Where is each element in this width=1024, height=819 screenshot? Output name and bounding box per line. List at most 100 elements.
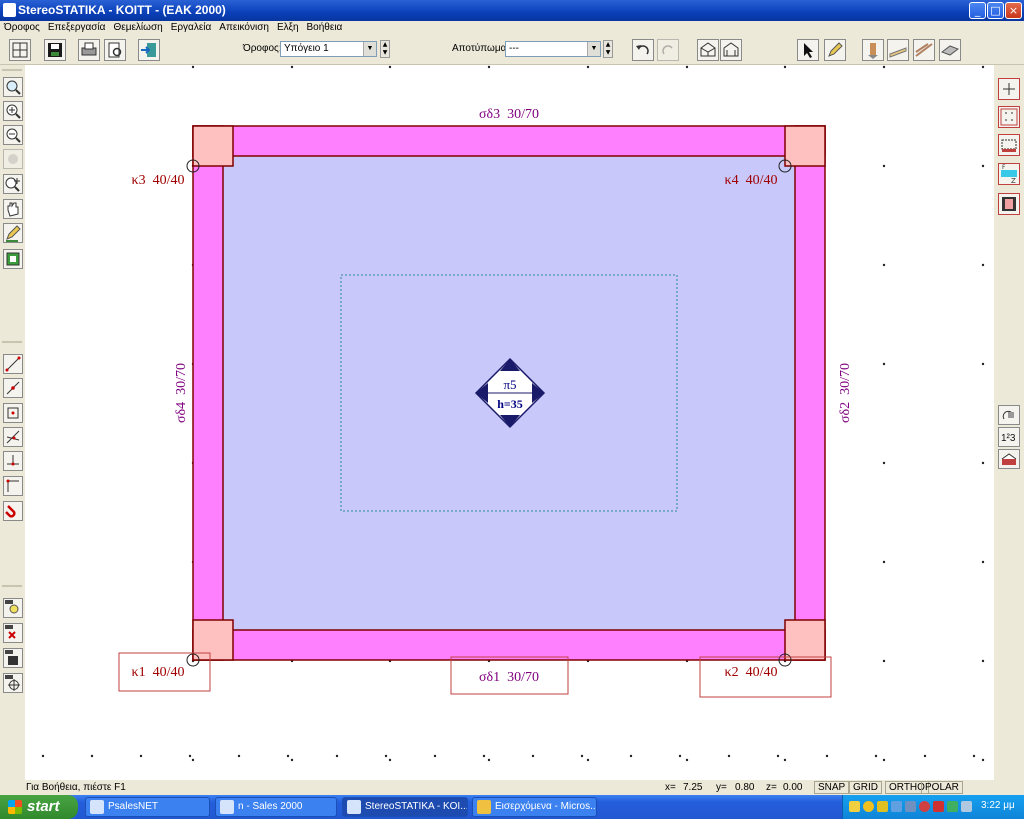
intersection-tool-icon[interactable] xyxy=(3,427,23,447)
floor-plan: π5 h=35 σδ3 30/70 σδ2 30/70 σδ4 30/70 σδ… xyxy=(41,65,985,762)
rotate-tool-icon[interactable] xyxy=(998,405,1020,425)
zoom-previous-icon[interactable] xyxy=(3,149,23,169)
grid-dot xyxy=(882,560,886,564)
close-button[interactable]: × xyxy=(1005,2,1022,19)
grid-dot xyxy=(685,758,689,762)
redraw-pencil-icon[interactable] xyxy=(3,223,23,243)
grid-dot xyxy=(90,754,94,758)
grid-dot xyxy=(586,758,590,762)
menu-foundation[interactable]: Θεμελίωση xyxy=(109,21,166,33)
volume-icon[interactable] xyxy=(961,801,972,812)
menu-floor[interactable]: Όροφος xyxy=(0,21,44,33)
beam-sd2-right[interactable] xyxy=(794,125,826,661)
zoom-out-icon[interactable] xyxy=(3,125,23,145)
mail-tray-icon[interactable] xyxy=(849,801,860,812)
column-k2[interactable] xyxy=(784,619,826,661)
grid-dot xyxy=(923,754,927,758)
svg-text:1²3: 1²3 xyxy=(1001,433,1016,444)
footprint-spinner[interactable]: ▲ ▼ xyxy=(603,40,613,58)
menu-check[interactable]: Ελξη xyxy=(273,21,303,33)
grid-dot xyxy=(629,754,633,758)
corner-tool-icon[interactable] xyxy=(3,476,23,496)
column-tool-icon[interactable] xyxy=(862,39,884,61)
midpoint-tool-icon[interactable] xyxy=(3,378,23,398)
zoom-extents-icon[interactable] xyxy=(3,174,23,194)
grid-dot xyxy=(882,461,886,465)
add-element-icon[interactable] xyxy=(998,78,1020,100)
column-k4[interactable] xyxy=(784,125,826,167)
taskbar-item-outlook[interactable]: Εισερχόμενα - Micros... xyxy=(472,797,597,817)
grid-toggle[interactable]: GRID xyxy=(849,781,882,794)
center-point-icon[interactable] xyxy=(3,403,23,423)
perpendicular-tool-icon[interactable] xyxy=(3,451,23,471)
menu-edit[interactable]: Επεξεργασία xyxy=(44,21,110,33)
toolbar-grip xyxy=(2,585,22,587)
beam-sd4-left[interactable] xyxy=(192,125,224,661)
zoom-window-icon[interactable] xyxy=(3,77,23,97)
pencil-icon[interactable] xyxy=(824,39,846,61)
x-coordinate: 7.25 xyxy=(683,782,703,793)
drawing-canvas[interactable]: π5 h=35 σδ3 30/70 σδ2 30/70 σδ4 30/70 σδ… xyxy=(25,65,994,780)
beam-sd1-bottom[interactable] xyxy=(192,629,826,661)
beam-label-left: σδ4 30/70 xyxy=(174,363,189,423)
fit-view-icon[interactable] xyxy=(3,249,23,269)
dashed-rectangle-icon[interactable] xyxy=(998,134,1020,156)
dwg-layers-icon[interactable] xyxy=(3,648,23,668)
print-icon[interactable] xyxy=(78,39,100,61)
zoom-in-icon[interactable] xyxy=(3,101,23,121)
line-tool-icon[interactable] xyxy=(3,354,23,374)
column-k3[interactable] xyxy=(192,125,234,167)
beam-sd3-top[interactable] xyxy=(192,125,826,157)
network-icon[interactable] xyxy=(905,801,916,812)
section-tool-icon[interactable] xyxy=(998,449,1020,469)
start-button[interactable]: start xyxy=(0,795,78,819)
dwg-target-icon[interactable] xyxy=(3,673,23,693)
floor-spinner[interactable]: ▲ ▼ xyxy=(380,40,390,58)
slab-opening-icon[interactable] xyxy=(998,193,1020,215)
tray-icon[interactable] xyxy=(863,801,874,812)
snap-toggle[interactable]: SNAP xyxy=(814,781,850,794)
pan-hand-icon[interactable] xyxy=(3,199,23,219)
select-arrow-icon[interactable] xyxy=(797,39,819,61)
exit-icon[interactable] xyxy=(138,39,160,61)
menu-tools[interactable]: Εργαλεία xyxy=(167,21,216,33)
footprint-select[interactable]: --- ▼ xyxy=(505,41,601,57)
floor-select[interactable]: Υπόγειο 1 ▼ xyxy=(280,41,377,57)
elevation-z-icon[interactable]: FZ xyxy=(998,163,1020,185)
new-drawing-icon[interactable] xyxy=(9,39,31,61)
svg-text:F: F xyxy=(1002,164,1006,171)
menu-view[interactable]: Απεικόνιση xyxy=(215,21,273,33)
column-k1[interactable] xyxy=(192,619,234,661)
3d-view-icon[interactable] xyxy=(697,39,719,61)
save-icon[interactable] xyxy=(44,39,66,61)
maximize-button[interactable]: □ xyxy=(987,2,1004,19)
dwg-magnet-icon[interactable] xyxy=(3,623,23,643)
magnet-snap-icon[interactable] xyxy=(3,501,23,521)
menu-help[interactable]: Βοήθεια xyxy=(303,21,347,33)
taskbar-item-psalesnet[interactable]: PsalesNET xyxy=(85,797,210,817)
numbering-icon[interactable]: 1²3 xyxy=(998,427,1020,447)
polar-toggle[interactable]: POLAR xyxy=(921,781,963,794)
tray-icon[interactable] xyxy=(891,801,902,812)
dwg-bulb-icon[interactable] xyxy=(3,598,23,618)
taskbar-item-sales2000[interactable]: n - Sales 2000 xyxy=(215,797,337,817)
tray-icon[interactable] xyxy=(947,801,958,812)
taskbar-item-stereostatika[interactable]: StereoSTATIKA - KOI... xyxy=(342,797,468,817)
undo-icon[interactable] xyxy=(632,39,654,61)
slab-tool-icon[interactable] xyxy=(939,39,961,61)
minimize-button[interactable]: _ xyxy=(969,2,986,19)
tray-icon[interactable] xyxy=(919,801,930,812)
wall-tool-icon[interactable] xyxy=(913,39,935,61)
clock[interactable]: 3:22 μμ xyxy=(981,800,1015,811)
print-preview-icon[interactable] xyxy=(104,39,126,61)
beam-tool-icon[interactable] xyxy=(887,39,909,61)
3d-frame-icon[interactable] xyxy=(720,39,742,61)
security-icon[interactable] xyxy=(933,801,944,812)
redo-icon[interactable] xyxy=(657,39,679,61)
shield-icon[interactable] xyxy=(877,801,888,812)
task-label: PsalesNET xyxy=(108,801,159,812)
grid-dot xyxy=(41,754,45,758)
floor-label: Όροφος: xyxy=(243,43,282,54)
grid-dot xyxy=(388,758,392,762)
grid-points-icon[interactable] xyxy=(998,106,1020,128)
